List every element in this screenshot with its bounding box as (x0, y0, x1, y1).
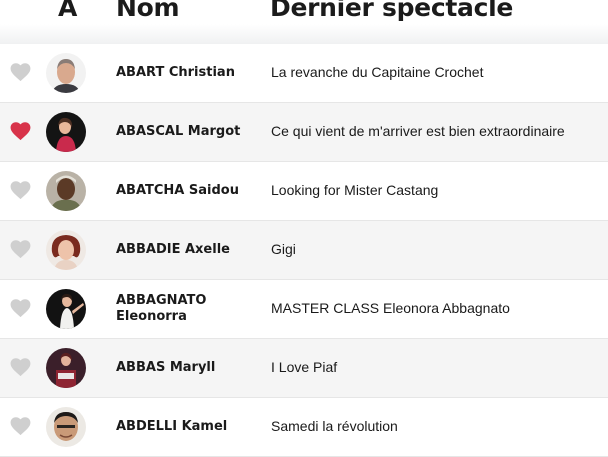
avatar[interactable] (46, 53, 86, 93)
last-show[interactable]: Samedi la révolution (271, 418, 398, 435)
artist-name[interactable]: ABBADIE Axelle (116, 242, 256, 258)
avatar[interactable] (46, 348, 86, 388)
avatar[interactable] (46, 289, 86, 329)
heart-icon[interactable] (10, 122, 31, 141)
heart-icon[interactable] (10, 181, 31, 200)
last-show[interactable]: Looking for Mister Castang (271, 182, 438, 199)
avatar[interactable] (46, 407, 86, 447)
artist-list: A Nom Dernier spectacle ABART Christian … (0, 0, 608, 457)
heart-icon[interactable] (10, 358, 31, 377)
artist-name[interactable]: ABART Christian (116, 65, 256, 81)
heart-icon[interactable] (10, 63, 31, 82)
last-show[interactable]: I Love Piaf (271, 359, 337, 376)
table-row[interactable]: ABART Christian La revanche du Capitaine… (0, 44, 608, 103)
artist-name[interactable]: ABBAGNATO Eleonorra (116, 293, 256, 325)
table-row[interactable]: ABBAS Maryll I Love Piaf (0, 339, 608, 398)
table-row[interactable]: ABATCHA Saidou Looking for Mister Castan… (0, 162, 608, 221)
table-row[interactable]: ABDELLI Kamel Samedi la révolution (0, 398, 608, 457)
last-show[interactable]: La revanche du Capitaine Crochet (271, 64, 483, 81)
avatar[interactable] (46, 230, 86, 270)
avatar[interactable] (46, 112, 86, 152)
table-row[interactable]: ABBAGNATO Eleonorra MASTER CLASS Eleonor… (0, 280, 608, 339)
heart-icon[interactable] (10, 240, 31, 259)
artist-name[interactable]: ABATCHA Saidou (116, 183, 256, 199)
avatar[interactable] (46, 171, 86, 211)
heart-icon[interactable] (10, 299, 31, 318)
name-column-header[interactable]: Nom (116, 0, 180, 22)
last-show[interactable]: Gigi (271, 241, 296, 258)
letter-heading: A (58, 0, 78, 22)
artist-name[interactable]: ABDELLI Kamel (116, 419, 256, 435)
table-row[interactable]: ABBADIE Axelle Gigi (0, 221, 608, 280)
artist-rows: ABART Christian La revanche du Capitaine… (0, 44, 608, 457)
artist-name[interactable]: ABASCAL Margot (116, 124, 256, 140)
artist-name[interactable]: ABBAS Maryll (116, 360, 256, 376)
last-show[interactable]: Ce qui vient de m'arriver est bien extra… (271, 123, 565, 140)
show-column-header[interactable]: Dernier spectacle (270, 0, 513, 22)
table-header: A Nom Dernier spectacle (0, 0, 608, 44)
heart-icon[interactable] (10, 417, 31, 436)
table-row[interactable]: ABASCAL Margot Ce qui vient de m'arriver… (0, 103, 608, 162)
last-show[interactable]: MASTER CLASS Eleonora Abbagnato (271, 300, 510, 317)
